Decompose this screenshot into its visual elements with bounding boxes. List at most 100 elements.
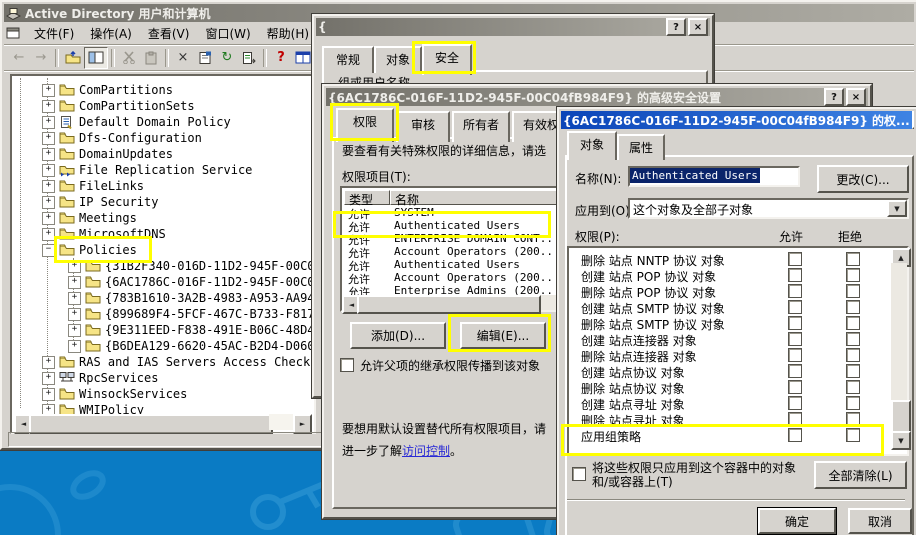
allow-checkbox[interactable] <box>788 348 802 362</box>
tree-horizontal-scrollbar[interactable]: ◄ ► <box>14 414 312 434</box>
tree-item[interactable]: + RAS and IAS Servers Access Check <box>14 354 312 370</box>
tree-item[interactable]: + RpcServices <box>14 370 312 386</box>
tab-entry-properties[interactable]: 属性 <box>617 134 665 160</box>
properties-icon[interactable] <box>194 48 216 68</box>
export-list-icon[interactable] <box>238 48 260 68</box>
close-button[interactable]: × <box>688 18 708 36</box>
allow-checkbox[interactable] <box>788 332 802 346</box>
allow-checkbox[interactable] <box>788 316 802 330</box>
help-title-button[interactable]: ? <box>666 18 686 36</box>
tree-item-label[interactable]: Policies <box>79 243 137 257</box>
tree-item[interactable]: + File Replication Service <box>14 162 312 178</box>
tree-item[interactable]: + {9E311EED-F838-491E-B06C-48D4150DC <box>14 322 312 338</box>
expand-toggle[interactable]: + <box>42 148 55 161</box>
tree-item[interactable]: + ComPartitions <box>14 82 312 98</box>
permission-row[interactable]: 创建 站点连接器 对象 <box>571 331 883 348</box>
deny-checkbox[interactable] <box>846 412 860 426</box>
tree-item[interactable]: + WinsockServices <box>14 386 312 402</box>
menu-item-view[interactable]: 查看(V) <box>140 23 198 44</box>
tree-item-label[interactable]: {31B2F340-016D-11D2-945F-00C04FB98 <box>105 259 312 273</box>
tree-item-label[interactable]: Meetings <box>79 211 137 225</box>
paste-icon[interactable] <box>140 48 162 68</box>
edit-button[interactable]: 编辑(E)... <box>460 322 546 349</box>
allow-checkbox[interactable] <box>788 252 802 266</box>
allow-checkbox[interactable] <box>788 364 802 378</box>
permission-row[interactable]: 删除 站点 POP 协议 对象 <box>571 283 883 300</box>
permission-row[interactable]: 创建 站点 POP 协议 对象 <box>571 267 883 284</box>
tree-item[interactable]: + FileLinks <box>14 178 312 194</box>
tree-item[interactable]: + IP Security <box>14 194 312 210</box>
tree-item-label[interactable]: ComPartitions <box>79 83 173 97</box>
column-header-type[interactable]: 类型 <box>344 190 390 207</box>
permission-row[interactable]: 应用组策略 <box>571 427 883 444</box>
tab-object[interactable]: 对象 <box>374 46 422 73</box>
allow-checkbox[interactable] <box>788 380 802 394</box>
expand-toggle[interactable]: + <box>42 356 55 369</box>
tab-security[interactable]: 安全 <box>422 44 472 75</box>
tab-general[interactable]: 常规 <box>322 46 374 73</box>
expand-toggle[interactable]: + <box>68 340 81 353</box>
permission-row[interactable]: 删除 站点连接器 对象 <box>571 347 883 364</box>
permission-row[interactable]: 创建 站点协议 对象 <box>571 363 883 380</box>
inherit-permissions-label[interactable]: 允许父项的继承权限传播到该对象 <box>360 357 540 374</box>
allow-checkbox[interactable] <box>788 300 802 314</box>
permission-row[interactable]: 删除 站点 NNTP 协议 对象 <box>571 251 883 268</box>
change-button[interactable]: 更改(C)... <box>817 165 909 193</box>
expand-toggle[interactable]: + <box>42 132 55 145</box>
deny-checkbox[interactable] <box>846 348 860 362</box>
name-field[interactable]: Authenticated Users <box>628 166 800 187</box>
expand-toggle[interactable]: + <box>42 116 55 129</box>
expand-toggle[interactable]: + <box>42 164 55 177</box>
deny-checkbox[interactable] <box>846 332 860 346</box>
show-hide-tree-icon[interactable] <box>84 46 108 69</box>
tree-item-label[interactable]: File Replication Service <box>79 163 252 177</box>
tree-item-label[interactable]: Dfs-Configuration <box>79 131 202 145</box>
tree-item-label[interactable]: MicrosoftDNS <box>79 227 166 241</box>
permissions-vertical-scrollbar[interactable]: ▲ ▼ <box>891 248 911 450</box>
scroll-thumb[interactable] <box>29 414 273 434</box>
permission-row[interactable]: 删除 站点协议 对象 <box>571 379 883 396</box>
back-icon[interactable]: ← <box>8 48 30 68</box>
deny-checkbox[interactable] <box>846 428 860 442</box>
tree-item-label[interactable]: {9E311EED-F838-491E-B06C-48D4150DC <box>105 323 312 337</box>
permission-row[interactable]: 删除 站点寻址 对象 <box>571 411 883 428</box>
expand-toggle[interactable]: + <box>42 212 55 225</box>
expand-toggle[interactable]: + <box>68 324 81 337</box>
tree-item[interactable]: + {783B1610-3A2B-4983-A953-AA9422977 <box>14 290 312 306</box>
tree-item-label[interactable]: {6AC1786C-016F-11D2-945F-00C04fB98 <box>105 275 312 289</box>
tree-item[interactable]: + Default Domain Policy <box>14 114 312 130</box>
expand-toggle[interactable]: + <box>42 100 55 113</box>
help-title-button[interactable]: ? <box>824 88 844 106</box>
inherit-permissions-checkbox[interactable] <box>340 358 354 372</box>
deny-checkbox[interactable] <box>846 364 860 378</box>
allow-checkbox[interactable] <box>788 428 802 442</box>
delete-icon[interactable]: × <box>172 48 194 68</box>
menu-item-action[interactable]: 操作(A) <box>82 23 140 44</box>
tree-item[interactable]: + {B6DEA129-6620-45AC-B2D4-D0608200 <box>14 338 312 354</box>
allow-checkbox[interactable] <box>788 412 802 426</box>
permission-row[interactable]: 删除 站点 SMTP 协议 对象 <box>571 315 883 332</box>
tree-item-label[interactable]: WinsockServices <box>79 387 187 401</box>
access-control-link[interactable]: 访问控制 <box>402 444 450 458</box>
permission-row[interactable]: 创建 站点 SMTP 协议 对象 <box>571 299 883 316</box>
deny-checkbox[interactable] <box>846 396 860 410</box>
scroll-right-button[interactable]: ► <box>293 414 312 434</box>
expand-toggle[interactable]: + <box>42 372 55 385</box>
expand-toggle[interactable]: + <box>42 84 55 97</box>
dropdown-arrow-button[interactable]: ▼ <box>887 200 907 217</box>
expand-toggle[interactable]: + <box>42 180 55 193</box>
expand-toggle[interactable]: + <box>68 292 81 305</box>
advanced-dialog-title-bar[interactable]: {6AC1786C-016F-11D2-945F-00C04fB984F9} 的… <box>326 88 868 106</box>
deny-checkbox[interactable] <box>846 252 860 266</box>
cut-icon[interactable] <box>118 48 140 68</box>
tree-item[interactable]: + Dfs-Configuration <box>14 130 312 146</box>
tree-item-label[interactable]: RpcServices <box>79 371 158 385</box>
allow-checkbox[interactable] <box>788 396 802 410</box>
tree-item-label[interactable]: FileLinks <box>79 179 144 193</box>
tree-item[interactable]: + Meetings <box>14 210 312 226</box>
menu-item-help[interactable]: 帮助(H) <box>259 23 317 44</box>
expand-toggle[interactable]: + <box>68 276 81 289</box>
cancel-button[interactable]: 取消 <box>848 508 912 534</box>
deny-checkbox[interactable] <box>846 316 860 330</box>
tree-item[interactable]: − Policies <box>14 242 312 258</box>
